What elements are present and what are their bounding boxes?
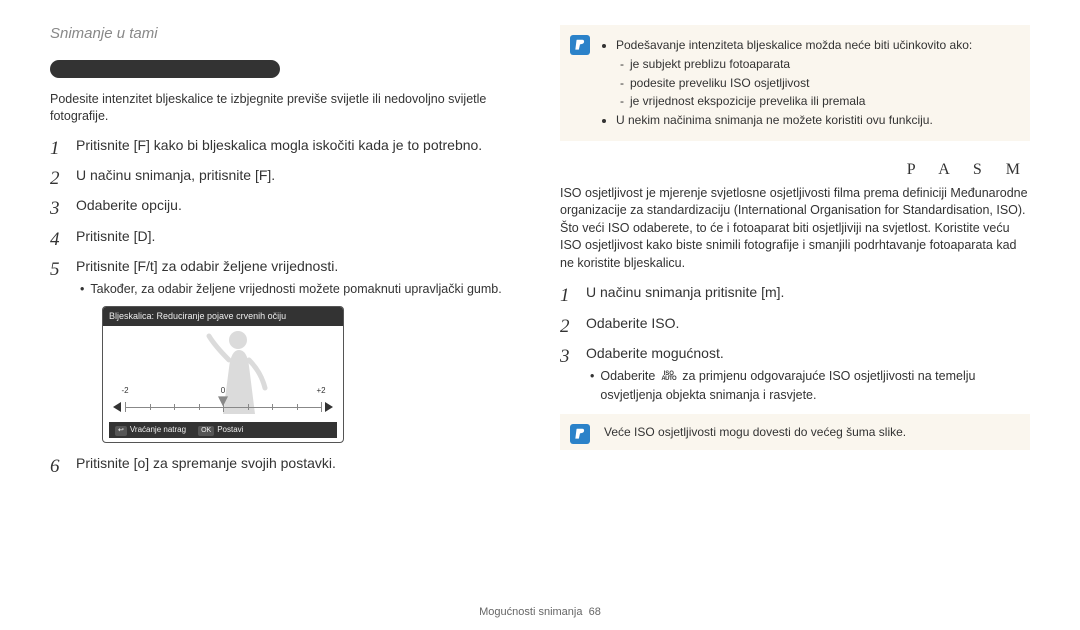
right-column: Podešavanje intenziteta bljeskalice možd… xyxy=(560,25,1030,484)
step-4: Pritisnite [D]. xyxy=(50,226,520,246)
note-box-2: Veće ISO osjetljivosti mogu dovesti do v… xyxy=(560,414,1030,451)
steps-right: U načinu snimanja pritisnite [m]. Odaber… xyxy=(560,282,1030,403)
step-5: Pritisnite [F/t] za odabir željene vrije… xyxy=(50,256,520,443)
step-5-note: Također, za odabir željene vrijednosti m… xyxy=(80,280,520,298)
r-step-2: Odaberite ISO. xyxy=(560,313,1030,333)
scale-mid: 0 xyxy=(221,385,225,397)
note1-item1: Podešavanje intenziteta bljeskalice možd… xyxy=(616,37,1020,110)
arrow-left-icon xyxy=(113,402,121,412)
lcd-body: -2 0 +2 xyxy=(103,326,343,442)
lcd-footer: ↩Vraćanje natrag OKPostavi xyxy=(109,422,337,438)
scale-max: +2 xyxy=(316,385,325,397)
step-6: Pritisnite [o] za spremanje svojih posta… xyxy=(50,453,520,473)
page-content: Snimanje u tami Podesite intenzitet blje… xyxy=(0,0,1080,494)
iso-auto-icon: ISO AUTO xyxy=(659,372,679,382)
scale-min: -2 xyxy=(121,385,128,397)
intro-text: Podesite intenzitet bljeskalice te izbje… xyxy=(50,91,520,125)
chapter-title: Snimanje u tami xyxy=(50,25,520,42)
mode-indicators: P A S M xyxy=(907,161,1030,179)
iso-paragraph: ISO osjetljivost je mjerenje svjetlosne … xyxy=(560,185,1030,273)
r-step-3: Odaberite mogućnost. Odaberite ISO AUTO … xyxy=(560,343,1030,404)
lcd-ok: OKPostavi xyxy=(198,424,243,436)
step-5-text: Pritisnite [F/t] za odabir željene vrije… xyxy=(76,258,338,274)
note1-item2: U nekim načinima snimanja ne možete kori… xyxy=(616,112,1020,129)
lcd-title: Bljeskalica: Reduciranje pojave crvenih … xyxy=(103,307,343,326)
step-2: U načinu snimanja, pritisnite [F]. xyxy=(50,165,520,185)
note1-dash1: je subjekt preblizu fotoaparata xyxy=(632,56,1020,73)
section-heading-iso: P A S M xyxy=(560,161,1030,179)
steps-left: Pritisnite [F] kako bi bljeskalica mogla… xyxy=(50,135,520,474)
lcd-back: ↩Vraćanje natrag xyxy=(115,424,186,436)
arrow-right-icon xyxy=(325,402,333,412)
scale: -2 0 +2 xyxy=(113,398,333,416)
note1-dash3: je vrijednost ekspozicije prevelika ili … xyxy=(632,93,1020,110)
r-step-3-text: Odaberite mogućnost. xyxy=(586,345,724,361)
left-column: Snimanje u tami Podesite intenzitet blje… xyxy=(50,25,520,484)
info-icon xyxy=(570,35,590,55)
note-box-1: Podešavanje intenziteta bljeskalice možd… xyxy=(560,25,1030,141)
page-footer: Mogućnosti snimanja 68 xyxy=(0,606,1080,618)
step-1: Pritisnite [F] kako bi bljeskalica mogla… xyxy=(50,135,520,155)
section-heading-bar xyxy=(50,60,280,78)
note1-dash2: podesite preveliku ISO osjetljivost xyxy=(632,75,1020,92)
r-step-1: U načinu snimanja pritisnite [m]. xyxy=(560,282,1030,302)
r-step-3-note: Odaberite ISO AUTO za primjenu odgovaraj… xyxy=(590,367,1030,403)
scale-marker-icon xyxy=(218,396,228,406)
lcd-preview: Bljeskalica: Reduciranje pojave crvenih … xyxy=(102,306,344,443)
note2-text: Veće ISO osjetljivosti mogu dovesti do v… xyxy=(604,425,906,439)
info-icon xyxy=(570,424,590,444)
scale-track: -2 0 +2 xyxy=(125,398,321,416)
step-3: Odaberite opciju. xyxy=(50,195,520,215)
